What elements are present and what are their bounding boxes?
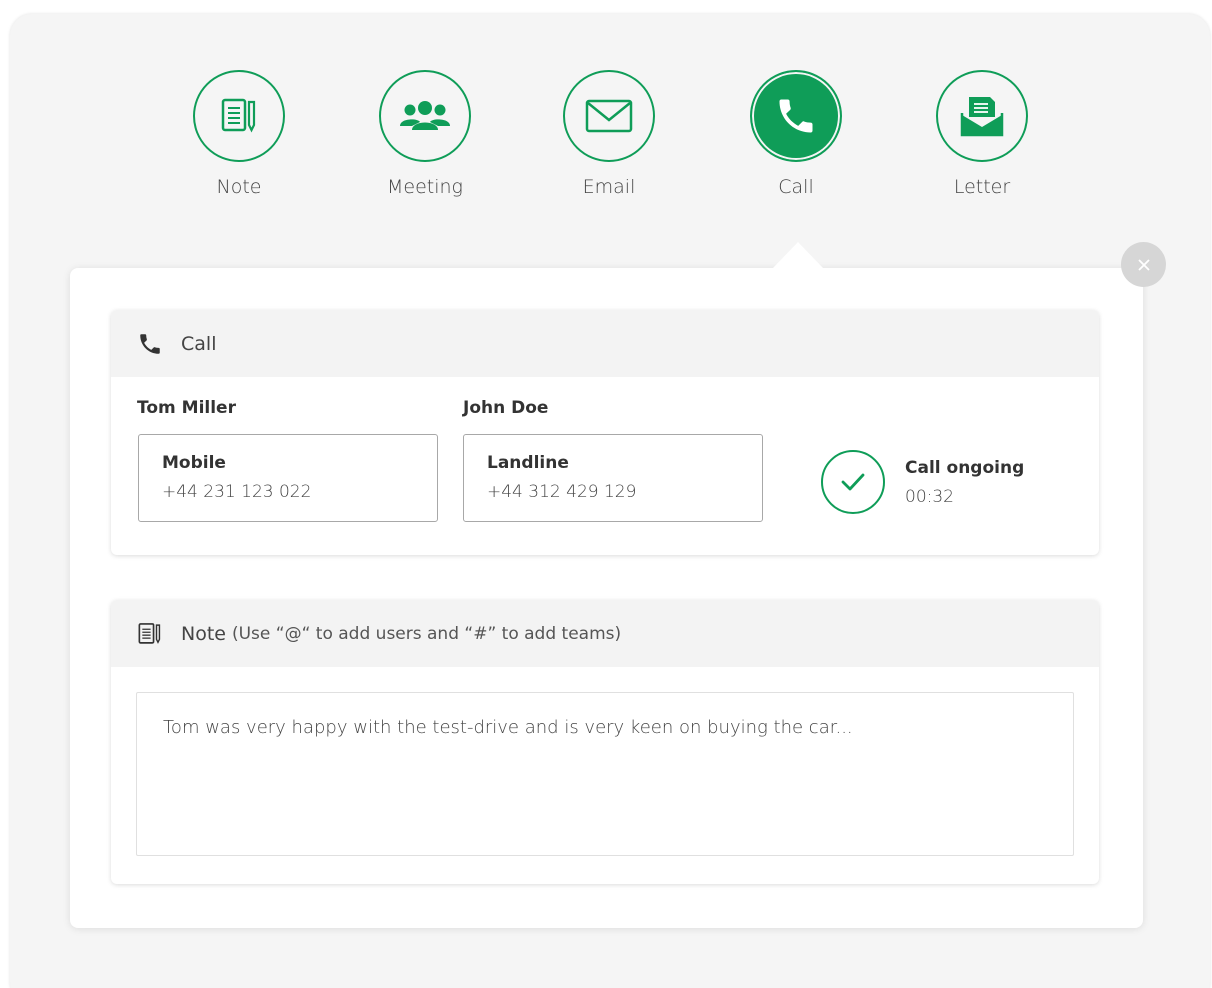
check-icon	[821, 450, 885, 514]
panel-pointer	[772, 242, 824, 269]
activity-type-selector: Note Meeting Email Call Letter	[0, 0, 1212, 210]
note-section: Note (Use “@“ to add users and “#” to ad…	[111, 600, 1099, 884]
note-type-label: Note	[216, 176, 262, 198]
phone-icon	[779, 99, 813, 133]
callee-phone-number: +44 312 429 129	[487, 482, 637, 502]
note-icon	[137, 620, 163, 648]
note-section-hint: (Use “@“ to add users and “#” to add tea…	[231, 623, 622, 644]
call-duration: 00:32	[905, 486, 954, 507]
phone-icon	[137, 331, 163, 357]
caller-name: Tom Miller	[137, 398, 236, 418]
caller-phone-number: +44 231 123 022	[162, 482, 312, 502]
email-type-label: Email	[582, 176, 636, 198]
call-section-header: Call	[111, 310, 1099, 377]
close-icon	[1137, 258, 1150, 271]
call-status-label: Call ongoing	[905, 457, 1025, 478]
letter-type-button[interactable]	[936, 70, 1028, 162]
call-section: Call Tom Miller John Doe Mobile +44 231 …	[111, 310, 1099, 555]
letter-type-label: Letter	[953, 176, 1011, 198]
meeting-icon	[400, 101, 450, 130]
activity-type-note[interactable]: Note	[179, 70, 299, 198]
callee-phone-field[interactable]: Landline +44 312 429 129	[463, 434, 763, 522]
letter-icon	[960, 97, 1004, 137]
caller-phone-type: Mobile	[162, 453, 226, 473]
call-status: Call ongoing 00:32	[821, 450, 1024, 514]
note-section-title: Note	[181, 622, 226, 645]
activity-type-letter[interactable]: Letter	[922, 70, 1042, 198]
email-icon	[585, 99, 633, 133]
call-type-label: Call	[778, 176, 814, 198]
activity-type-call[interactable]: Call	[736, 70, 856, 198]
meeting-type-button[interactable]	[379, 70, 471, 162]
note-section-header: Note (Use “@“ to add users and “#” to ad…	[111, 600, 1099, 667]
activity-type-email[interactable]: Email	[549, 70, 669, 198]
callee-phone-type: Landline	[487, 453, 569, 473]
close-button[interactable]	[1121, 242, 1166, 287]
call-section-title: Call	[181, 332, 217, 355]
activity-type-meeting[interactable]: Meeting	[365, 70, 485, 198]
note-icon	[221, 98, 256, 133]
callee-name: John Doe	[463, 398, 549, 418]
note-text-area[interactable]: Tom was very happy with the test-drive a…	[136, 692, 1074, 856]
note-type-button[interactable]	[193, 70, 285, 162]
meeting-type-label: Meeting	[387, 176, 463, 198]
call-type-button[interactable]	[750, 70, 842, 162]
email-type-button[interactable]	[563, 70, 655, 162]
caller-phone-field[interactable]: Mobile +44 231 123 022	[138, 434, 438, 522]
